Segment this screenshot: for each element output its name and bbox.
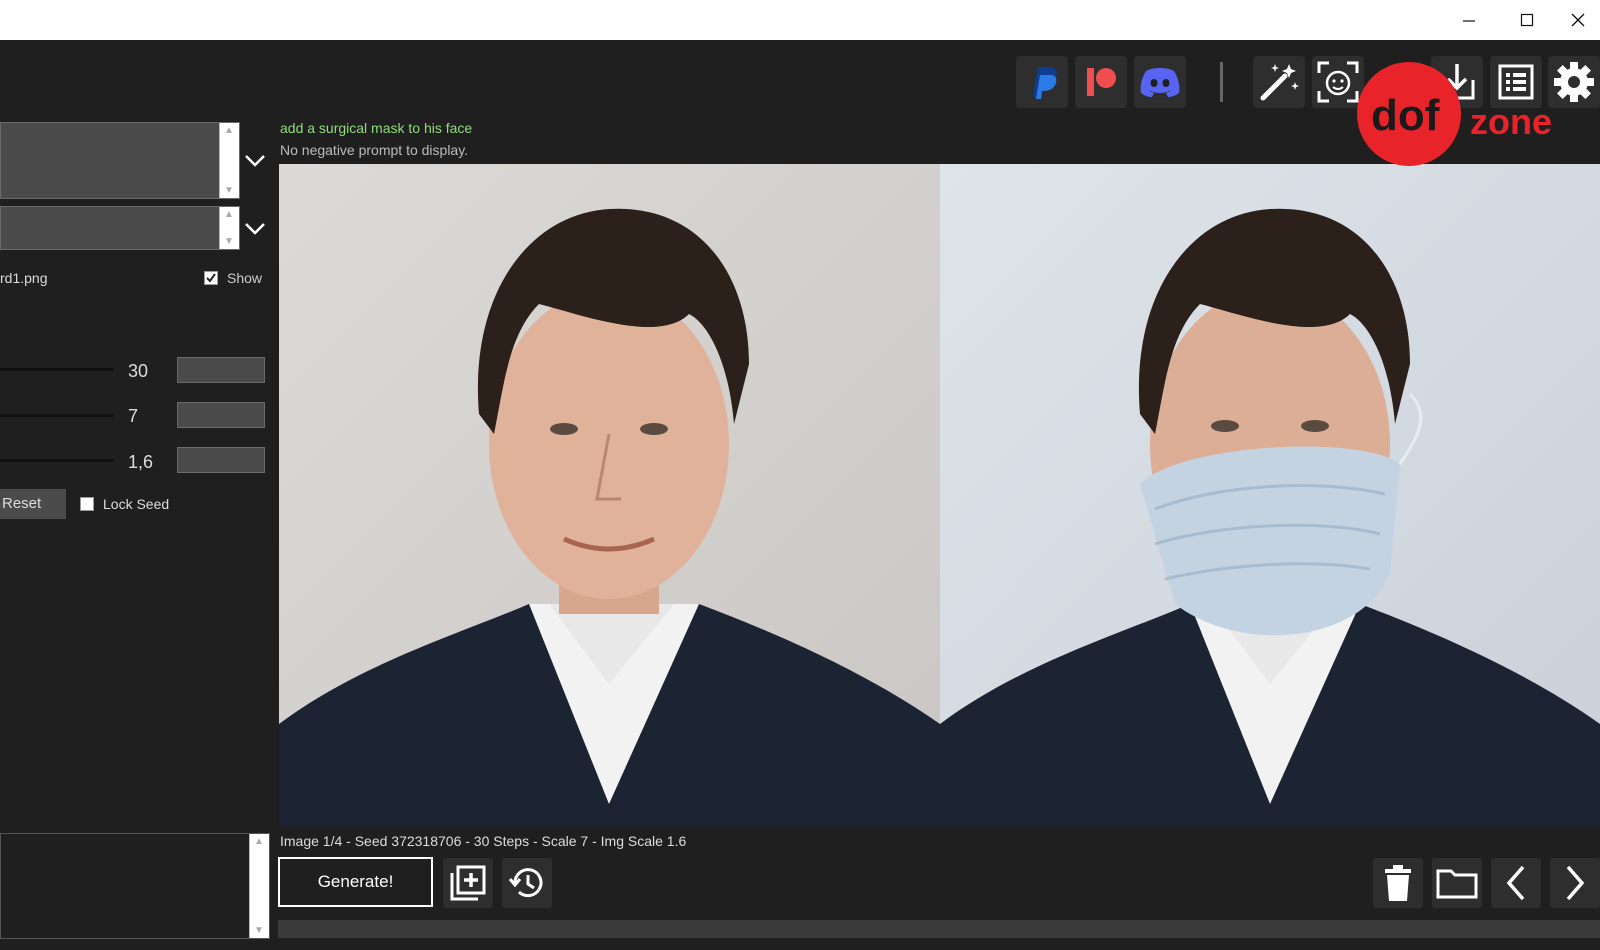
status-text: Image 1/4 - Seed 372318706 - 30 Steps - …: [280, 833, 687, 849]
input-image: [279, 164, 940, 826]
img-scale-slider[interactable]: [0, 459, 114, 462]
next-icon[interactable]: [1550, 858, 1600, 908]
negative-prompt-scrollbar[interactable]: ▲ ▼: [219, 207, 239, 249]
output-image: [940, 164, 1600, 826]
lock-seed-checkbox[interactable]: [80, 497, 94, 511]
init-image-name: rd1.png: [0, 270, 48, 286]
progress-bar: [278, 920, 1600, 938]
negative-prompt-input[interactable]: ▲ ▼: [0, 206, 240, 250]
trash-icon[interactable]: [1373, 858, 1423, 908]
img-scale-input[interactable]: [177, 447, 265, 473]
previous-icon[interactable]: [1491, 858, 1541, 908]
prompt-input[interactable]: ▲ ▼: [0, 122, 240, 199]
minimize-icon[interactable]: [1440, 0, 1498, 40]
maximize-icon[interactable]: [1498, 0, 1556, 40]
chevron-down-icon[interactable]: [243, 216, 267, 240]
reset-button[interactable]: Reset: [0, 489, 66, 519]
steps-value: 30: [128, 361, 149, 381]
add-queue-icon[interactable]: [443, 858, 493, 908]
steps-input[interactable]: [177, 357, 265, 383]
generate-button[interactable]: Generate!: [278, 857, 433, 907]
steps-slider[interactable]: [0, 368, 114, 371]
chevron-down-icon[interactable]: [243, 148, 267, 172]
title-bar: [0, 0, 1600, 40]
img-scale-value: 1,6: [128, 452, 154, 472]
patreon-icon[interactable]: [1075, 56, 1127, 108]
prompt-label: add a surgical mask to his face: [280, 120, 473, 136]
history-icon[interactable]: [502, 858, 552, 908]
prompt-scrollbar[interactable]: ▲ ▼: [219, 123, 239, 198]
paypal-icon[interactable]: [1016, 56, 1068, 108]
scale-value: 7: [128, 406, 139, 426]
show-label: Show: [227, 270, 263, 286]
scale-input[interactable]: [177, 402, 265, 428]
svg-text:zone: zone: [1470, 101, 1552, 142]
folder-icon[interactable]: [1432, 858, 1482, 908]
dofzone-logo: dof zone: [1357, 62, 1597, 166]
show-checkbox[interactable]: [204, 271, 218, 285]
close-icon[interactable]: [1555, 0, 1600, 40]
log-scrollbar[interactable]: ▲ ▼: [249, 834, 269, 938]
magic-wand-icon[interactable]: [1253, 56, 1305, 108]
toolbar-separator: [1220, 62, 1223, 102]
negative-prompt-label: No negative prompt to display.: [280, 142, 469, 158]
discord-icon[interactable]: [1134, 56, 1186, 108]
lock-seed-label: Lock Seed: [103, 496, 170, 512]
log-textbox[interactable]: ▲ ▼: [0, 833, 270, 939]
scale-slider[interactable]: [0, 414, 114, 417]
svg-text:dof: dof: [1371, 91, 1440, 140]
